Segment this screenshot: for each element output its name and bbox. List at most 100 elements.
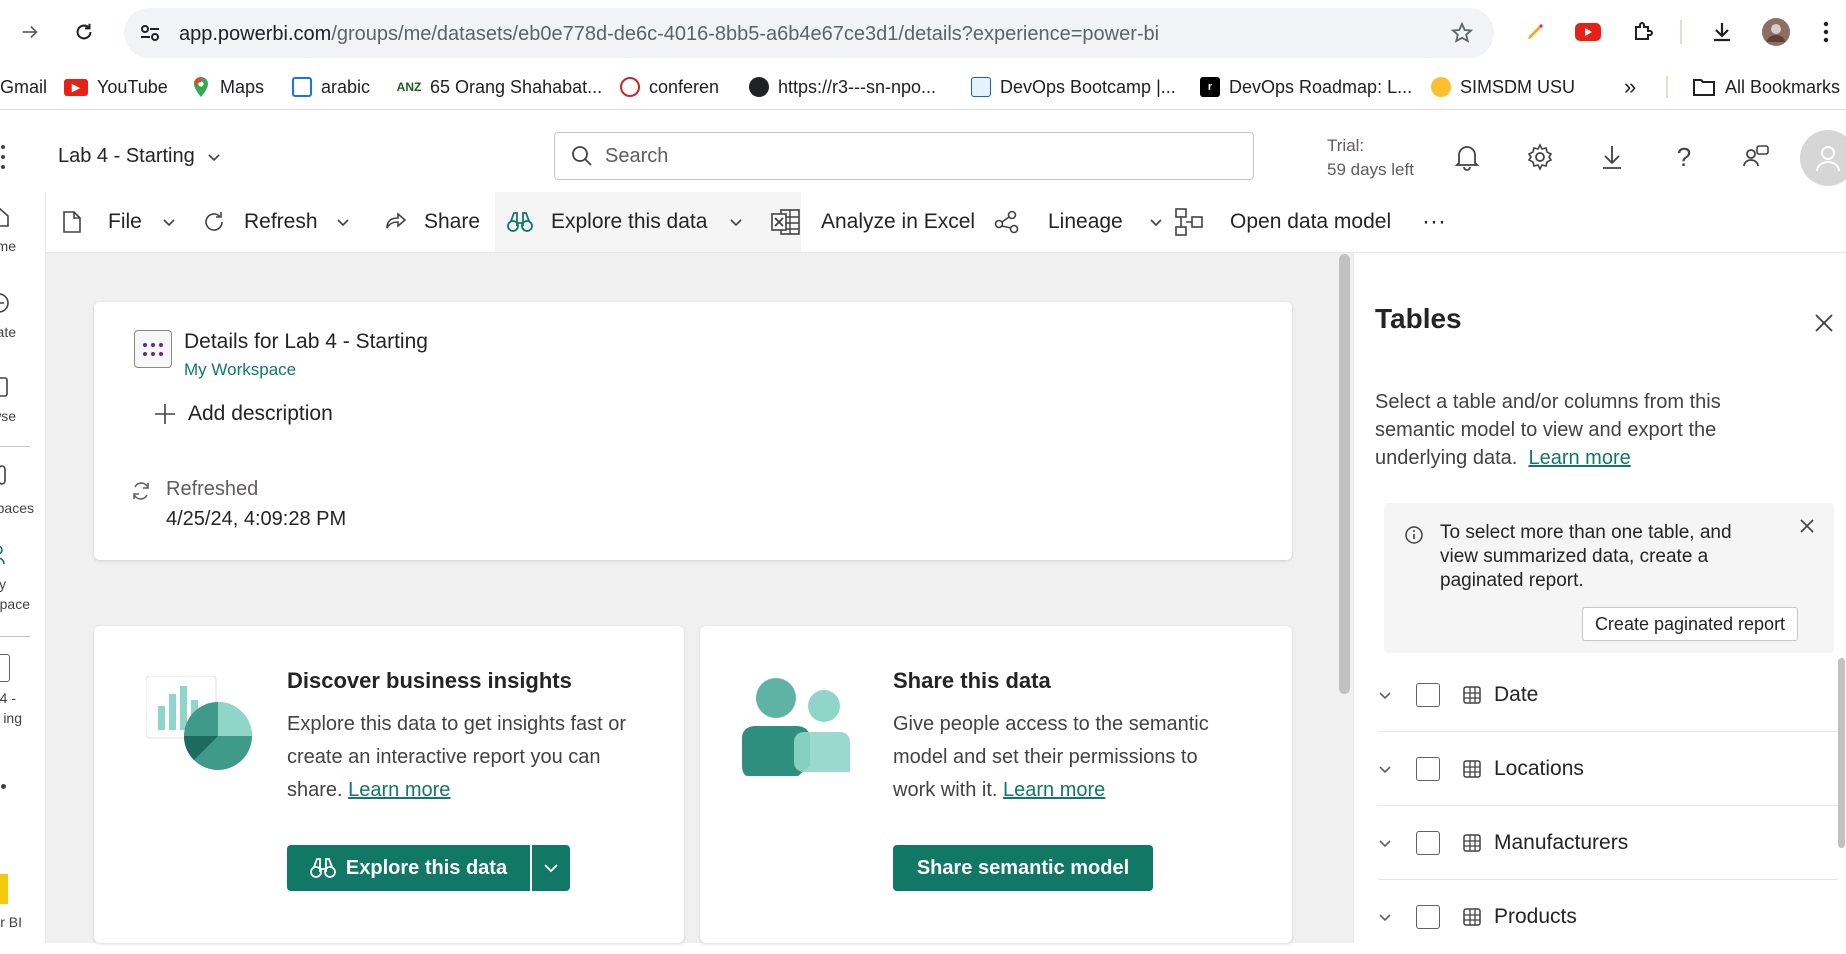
table-checkbox[interactable]	[1416, 830, 1440, 855]
user-avatar[interactable]	[1800, 130, 1846, 186]
bookmark-arabic[interactable]: arabic	[292, 75, 370, 99]
lineage-button[interactable]: Lineage	[994, 192, 1163, 252]
create-paginated-report-button[interactable]: Create paginated report	[1582, 607, 1798, 641]
bookmark-65-orang[interactable]: ANZ 65 Orang Shahabat...	[397, 75, 602, 99]
nav-create[interactable]: ate	[0, 292, 45, 352]
file-menu-button[interactable]: File	[62, 192, 176, 252]
profile-avatar-icon[interactable]	[1760, 16, 1792, 48]
pen-extension-icon[interactable]	[1519, 16, 1551, 48]
table-row-manufacturers[interactable]: Manufacturers	[1378, 806, 1838, 880]
details-card: Details for Lab 4 - Starting My Workspac…	[94, 302, 1292, 560]
workspace-link[interactable]: My Workspace	[184, 360, 296, 380]
table-grid-icon	[1463, 833, 1481, 852]
bookmark-gmail[interactable]: Gmail	[0, 75, 47, 99]
nav-home[interactable]: me	[0, 206, 45, 266]
reload-icon[interactable]	[66, 14, 102, 50]
binoculars-icon	[310, 858, 336, 878]
bookmark-conferen[interactable]: conferen	[620, 75, 719, 99]
forward-icon[interactable]	[12, 14, 48, 50]
bookmark-maps[interactable]: Maps	[191, 75, 264, 99]
feedback-people-icon[interactable]	[1741, 142, 1771, 172]
pane-learn-more-link[interactable]: Learn more	[1528, 447, 1630, 469]
chevron-down-icon	[163, 219, 175, 227]
maps-pin-icon	[191, 77, 211, 97]
conference-logo-icon	[620, 77, 640, 97]
bookmark-star-icon[interactable]	[1450, 21, 1474, 45]
insights-learn-more-link[interactable]: Learn more	[348, 779, 450, 801]
chevron-down-icon	[544, 864, 558, 873]
binoculars-icon	[507, 212, 533, 232]
chevron-down-icon	[1379, 914, 1391, 922]
info-text: To select more than one table, and view …	[1440, 522, 1732, 591]
app-launcher-icon[interactable]	[0, 144, 8, 170]
chevron-down-icon	[207, 150, 221, 164]
nav-my-workspace[interactable]: y pace	[0, 544, 45, 624]
table-doc-icon	[292, 77, 312, 97]
table-row-date[interactable]: Date	[1378, 658, 1838, 732]
bookmark-devops-roadmap[interactable]: r DevOps Roadmap: L...	[1200, 75, 1412, 99]
youtube-extension-icon[interactable]	[1572, 16, 1604, 48]
nav-workspaces[interactable]: paces	[0, 464, 45, 524]
nav-divider	[0, 636, 30, 637]
table-checkbox[interactable]	[1416, 756, 1440, 781]
share-body: Give people access to the semantic model…	[893, 713, 1209, 801]
explore-data-button[interactable]: Explore this data	[495, 192, 801, 252]
main-scrollbar[interactable]	[1339, 254, 1350, 694]
folder-icon	[1692, 77, 1716, 97]
site-info-icon[interactable]	[138, 21, 162, 45]
table-name: Locations	[1494, 756, 1584, 780]
explore-data-dropdown-button[interactable]	[532, 845, 570, 891]
details-title: Details for Lab 4 - Starting	[184, 330, 428, 353]
chevron-down-icon	[1379, 839, 1391, 847]
lineage-icon	[994, 210, 1019, 234]
info-icon	[1405, 526, 1423, 544]
dismiss-info-icon[interactable]	[1800, 519, 1814, 533]
nav-divider	[0, 446, 30, 447]
search-box[interactable]	[554, 132, 1254, 180]
download-icon[interactable]	[1706, 16, 1738, 48]
model-icon	[0, 654, 10, 682]
more-dot-icon[interactable]	[1, 784, 6, 789]
download-icon[interactable]	[1597, 142, 1627, 172]
table-checkbox[interactable]	[1416, 682, 1440, 707]
refreshed-label: Refreshed	[166, 478, 259, 500]
share-learn-more-link[interactable]: Learn more	[1003, 779, 1105, 801]
notifications-bell-icon[interactable]	[1452, 142, 1482, 172]
extensions-puzzle-icon[interactable]	[1627, 16, 1659, 48]
chevron-down-icon	[1379, 691, 1391, 699]
analyze-in-excel-button[interactable]: Analyze in Excel	[771, 192, 975, 252]
table-row-locations[interactable]: Locations	[1378, 732, 1838, 806]
bookmark-devops-bootcamp[interactable]: DevOps Bootcamp |...	[971, 75, 1176, 99]
open-data-model-button[interactable]: Open data model	[1174, 192, 1391, 252]
search-input[interactable]	[605, 144, 1205, 168]
bookmark-youtube[interactable]: ▶ YouTube	[64, 75, 168, 99]
table-name: Date	[1494, 682, 1539, 706]
explore-data-primary-button[interactable]: Explore this data	[287, 845, 530, 891]
nav-current-model[interactable]: 4 - ing	[0, 654, 45, 734]
nav-browse[interactable]: wse	[0, 376, 45, 436]
add-description-button[interactable]: Add description	[154, 402, 333, 426]
more-options-button[interactable]: ···	[1422, 192, 1446, 252]
chrome-menu-icon[interactable]	[1810, 16, 1842, 48]
chart-illustration-icon	[146, 676, 254, 786]
workspace-breadcrumb[interactable]: Lab 4 - Starting	[58, 145, 221, 168]
share-button[interactable]: Share	[384, 192, 480, 252]
table-name: Manufacturers	[1494, 830, 1629, 854]
table-checkbox[interactable]	[1416, 905, 1440, 929]
share-icon	[386, 212, 407, 229]
pane-scrollbar[interactable]	[1838, 658, 1845, 848]
insights-body: Explore this data to get insights fast o…	[287, 713, 627, 801]
share-title: Share this data	[893, 668, 1051, 693]
help-icon[interactable]: ?	[1669, 142, 1699, 172]
address-bar[interactable]: app.powerbi.com/groups/me/datasets/eb0e7…	[124, 8, 1494, 58]
bookmark-r3-link[interactable]: https://r3---sn-npo...	[749, 75, 936, 99]
refresh-button[interactable]: Refresh	[202, 192, 350, 252]
close-pane-icon[interactable]	[1814, 313, 1834, 333]
share-semantic-model-button[interactable]: Share semantic model	[893, 845, 1153, 891]
nav-powerbi[interactable]: er BI	[0, 874, 45, 934]
all-bookmarks-button[interactable]: All Bookmarks	[1692, 75, 1840, 99]
settings-gear-icon[interactable]	[1525, 142, 1555, 172]
more-bookmarks-button[interactable]: »	[1624, 74, 1636, 99]
browser-toolbar: app.powerbi.com/groups/me/datasets/eb0e7…	[0, 0, 1846, 64]
bookmark-simsdm-usu[interactable]: SIMSDM USU	[1431, 75, 1575, 99]
